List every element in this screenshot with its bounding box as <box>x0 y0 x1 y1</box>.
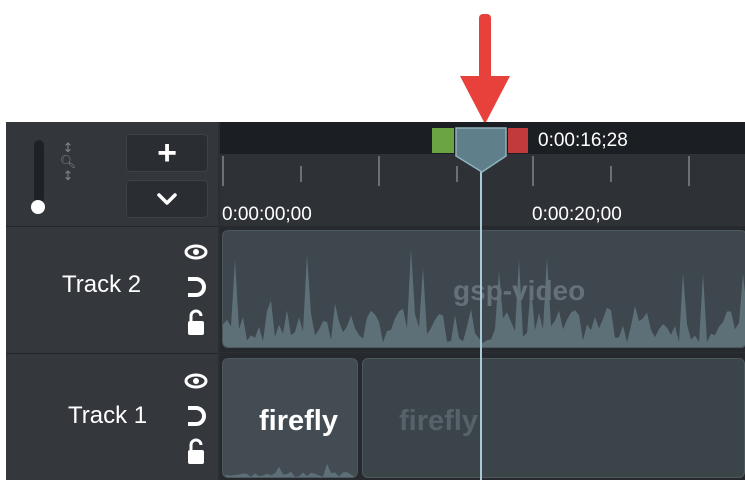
track-lane-1[interactable]: firefly firefly <box>220 353 745 480</box>
media-clip[interactable]: firefly <box>222 358 358 478</box>
zoom-slider-handle[interactable] <box>31 200 45 214</box>
timeline-editor: ↕ 🔍︎ ↕ + 0:00:00;00 0:00:20;00 0:00:16;2… <box>6 122 745 480</box>
ruler-label-20s: 0:00:20;00 <box>532 204 622 225</box>
lock-icon[interactable] <box>184 438 208 466</box>
ruler-label-start: 0:00:00;00 <box>222 204 312 225</box>
chevron-down-icon <box>157 193 177 205</box>
media-clip[interactable]: firefly <box>362 358 745 478</box>
eye-icon[interactable] <box>184 243 208 261</box>
lock-icon[interactable] <box>184 309 208 337</box>
track-name: Track 2 <box>62 271 142 298</box>
clip-title: firefly <box>259 405 338 437</box>
magnet-icon[interactable] <box>184 404 208 428</box>
timeline-screenshot: ↕ 🔍︎ ↕ + 0:00:00;00 0:00:20;00 0:00:16;2… <box>0 0 745 483</box>
media-clip[interactable]: gsp-video <box>222 230 745 348</box>
track-header-1[interactable]: Track 1 <box>6 353 218 480</box>
track-options-button[interactable] <box>126 180 208 218</box>
playhead-handle[interactable] <box>6 122 745 182</box>
eye-icon[interactable] <box>184 372 208 390</box>
track-header-2[interactable]: Track 2 <box>6 226 218 352</box>
clip-title: gsp-video <box>453 275 586 306</box>
track-lane-2[interactable]: gsp-video <box>220 226 745 352</box>
playhead-line[interactable] <box>480 162 482 480</box>
track-name: Track 1 <box>68 402 148 429</box>
magnet-icon[interactable] <box>184 275 208 299</box>
annotation-arrow-icon <box>460 14 510 124</box>
clip-title: firefly <box>399 405 478 437</box>
